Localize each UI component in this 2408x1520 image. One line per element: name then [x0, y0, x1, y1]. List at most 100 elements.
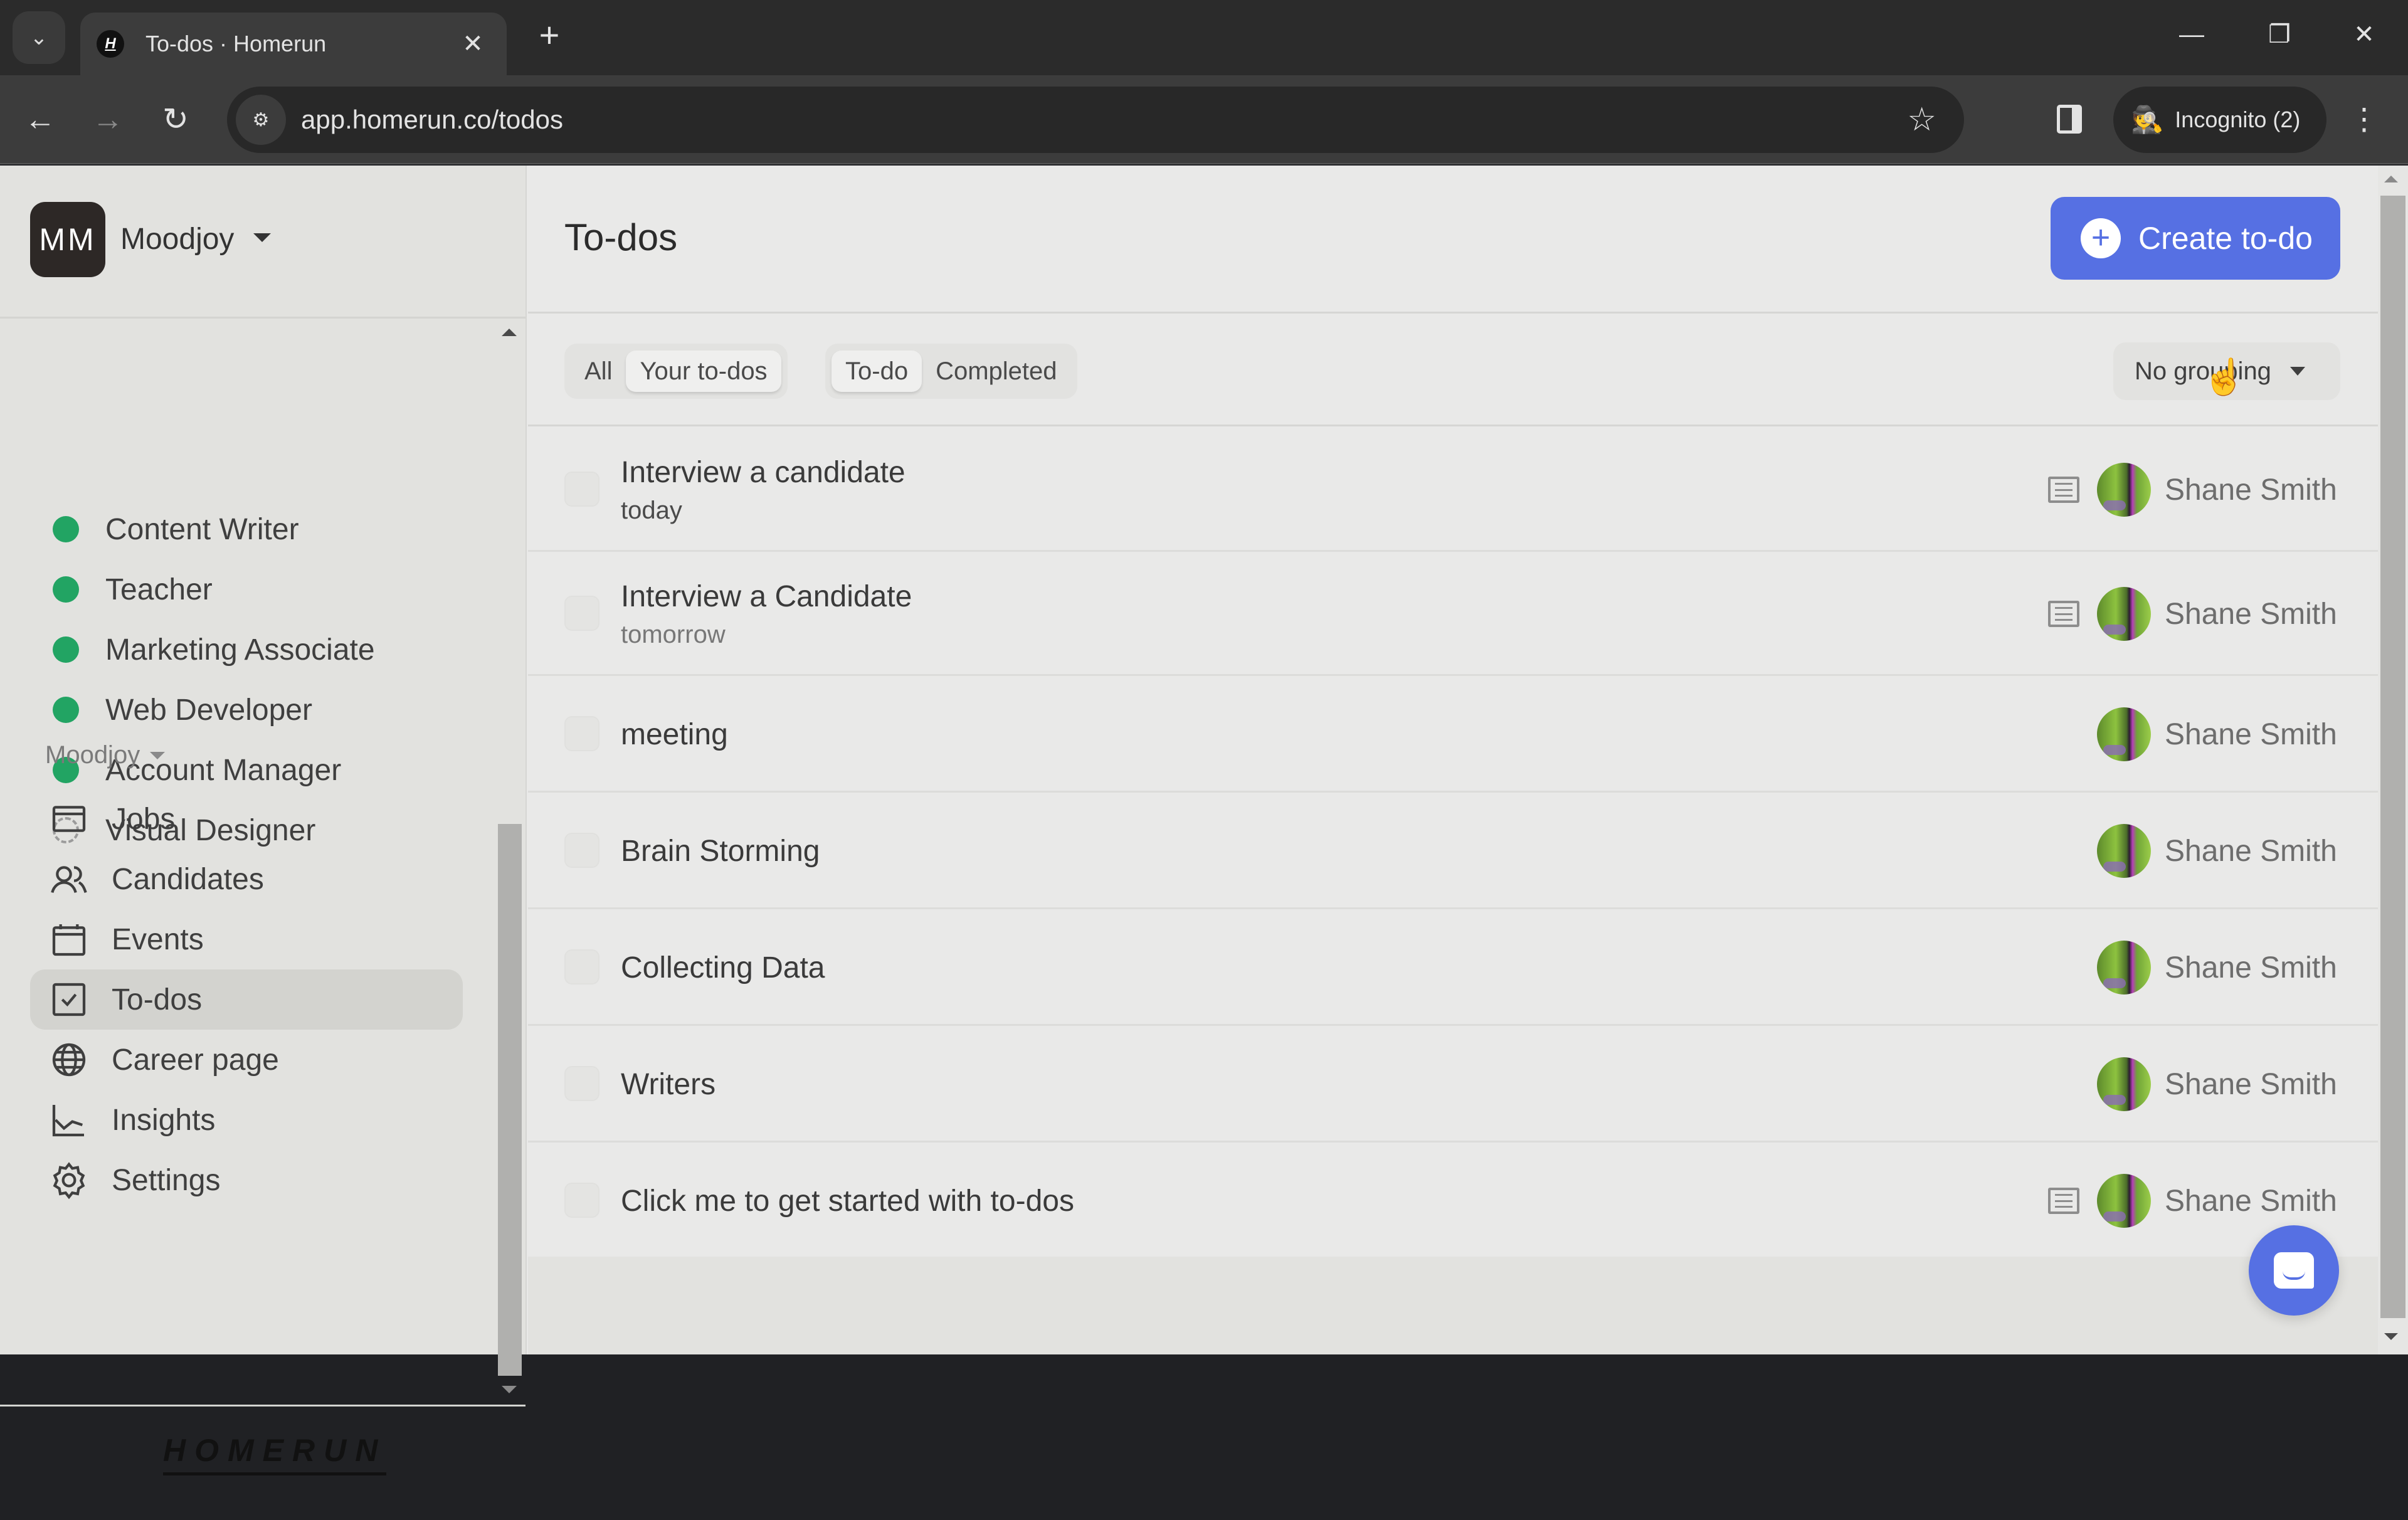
todo-checkbox[interactable] [564, 949, 599, 984]
sidebar-item-career-page[interactable]: Career page [30, 1030, 463, 1090]
todo-checkbox[interactable] [564, 716, 599, 751]
todo-row[interactable]: meeting Shane Smith [528, 676, 2378, 793]
sidebar-job-marketing-associate[interactable]: Marketing Associate [53, 625, 375, 675]
nav-label: Insights [112, 1103, 216, 1137]
main-scrollbar-thumb[interactable] [2380, 196, 2405, 1318]
workspace-section-toggle[interactable]: Moodjoy [45, 741, 166, 769]
browser-menu-button[interactable]: ⋮ [2345, 94, 2383, 144]
filter-todo[interactable]: To-do [832, 351, 922, 392]
sidebar-job-web-developer[interactable]: Web Developer [53, 685, 312, 735]
todo-row[interactable]: Interview a Candidate tomorrow Shane Smi… [528, 552, 2378, 676]
todo-checkbox[interactable] [564, 1066, 599, 1101]
homerun-logo[interactable]: HOMERUN [163, 1432, 387, 1475]
todo-row[interactable]: Interview a candidate today Shane Smith [528, 428, 2378, 552]
todo-checkbox[interactable] [564, 1183, 599, 1218]
sidebar-scroll-down-icon[interactable] [502, 1386, 517, 1393]
sidebar-item-jobs[interactable]: Jobs [30, 789, 463, 849]
todo-title: Brain Storming [621, 835, 820, 868]
bookmark-star-icon[interactable]: ☆ [1907, 101, 1936, 139]
assignee-name: Shane Smith [2165, 835, 2337, 868]
job-label: Web Developer [105, 693, 312, 727]
create-todo-button[interactable]: + Create to-do [2051, 197, 2340, 280]
filter-bar: All Your to-dos To-do Completed No group… [528, 315, 2378, 426]
org-switcher[interactable]: MM Moodjoy [0, 166, 525, 319]
sidebar-job-content-writer[interactable]: Content Writer [53, 504, 299, 554]
new-tab-button[interactable]: + [531, 16, 568, 54]
todo-title: Interview a Candidate [621, 580, 912, 613]
sidebar-item-events[interactable]: Events [30, 909, 463, 969]
todo-title: Interview a candidate [621, 456, 906, 489]
todo-row[interactable]: Writers Shane Smith [528, 1026, 2378, 1143]
sidebar-item-settings[interactable]: Settings [30, 1150, 463, 1210]
note-icon [2048, 601, 2079, 627]
todo-checkbox[interactable] [564, 596, 599, 631]
sidebar-scrollbar-thumb[interactable] [498, 824, 522, 1376]
sidebar-job-teacher[interactable]: Teacher [53, 564, 213, 615]
chat-support-button[interactable] [2249, 1225, 2339, 1316]
close-window-button[interactable]: ✕ [2336, 13, 2392, 56]
todo-row[interactable]: Click me to get started with to-dos Shan… [528, 1143, 2378, 1259]
create-todo-label: Create to-do [2138, 221, 2313, 256]
avatar [2097, 1174, 2151, 1228]
filter-completed[interactable]: Completed [922, 351, 1070, 392]
nav-label: Settings [112, 1163, 221, 1197]
avatar [2097, 824, 2151, 878]
assignee-name: Shane Smith [2165, 1185, 2337, 1218]
tab-search-button[interactable]: ⌄ [13, 11, 65, 64]
status-dot-published-icon [53, 576, 79, 603]
todo-check-icon [48, 978, 90, 1021]
close-tab-icon[interactable]: ✕ [454, 29, 492, 58]
incognito-icon: 🕵 [2131, 104, 2164, 134]
avatar [2097, 941, 2151, 995]
status-dot-published-icon [53, 636, 79, 663]
side-panel-button[interactable] [2044, 94, 2094, 144]
sidebar-item-candidates[interactable]: Candidates [30, 849, 463, 909]
sidebar-item-insights[interactable]: Insights [30, 1090, 463, 1150]
caret-down-icon [2289, 367, 2305, 376]
url-text[interactable]: app.homerun.co/todos [301, 105, 1907, 135]
main-content: To-dos + Create to-do All Your to-dos To… [528, 166, 2408, 1354]
main-scroll-up-icon[interactable] [2384, 176, 2398, 182]
caret-down-icon [150, 751, 166, 759]
todo-due: today [621, 497, 682, 524]
back-button[interactable]: ← [15, 94, 65, 144]
page-header: To-dos + Create to-do [528, 166, 2378, 314]
incognito-indicator[interactable]: 🕵 Incognito (2) [2113, 87, 2326, 153]
assignee-name: Shane Smith [2165, 473, 2337, 507]
caret-down-icon [253, 233, 271, 242]
scope-filter: All Your to-dos [564, 344, 788, 399]
todo-checkbox[interactable] [564, 472, 599, 507]
main-scroll-down-icon[interactable] [2384, 1333, 2398, 1340]
globe-icon [48, 1038, 90, 1081]
todo-title: Click me to get started with to-dos [621, 1185, 1074, 1218]
nav-label: To-dos [112, 983, 203, 1016]
sidebar: MM Moodjoy Content Writer Teacher Market… [0, 166, 527, 1475]
filter-your-todos[interactable]: Your to-dos [626, 351, 781, 392]
todo-checkbox[interactable] [564, 833, 599, 868]
todo-list: Interview a candidate today Shane Smith … [528, 428, 2378, 1259]
site-info-button[interactable]: ⚙ [236, 95, 286, 145]
note-icon [2048, 477, 2079, 503]
sidebar-scroll-up-icon[interactable] [502, 329, 517, 336]
avatar [2097, 587, 2151, 641]
status-filter: To-do Completed [825, 344, 1077, 399]
reload-button[interactable]: ↻ [150, 94, 201, 144]
browser-tab-active[interactable]: H To-dos · Homerun ✕ [80, 13, 507, 75]
todo-row[interactable]: Brain Storming Shane Smith [528, 793, 2378, 909]
address-bar[interactable]: ⚙ app.homerun.co/todos ☆ [227, 87, 1964, 153]
todo-title: Collecting Data [621, 951, 825, 984]
minimize-button[interactable]: — [2163, 13, 2220, 56]
incognito-label: Incognito (2) [2175, 107, 2301, 132]
arrow-right-icon: → [92, 102, 124, 137]
forward-button[interactable]: → [83, 94, 133, 144]
note-icon [2048, 1188, 2079, 1214]
todo-due: tomorrow [621, 621, 726, 648]
candidates-icon [48, 858, 90, 900]
restore-button[interactable]: ❐ [2251, 13, 2308, 56]
filter-all[interactable]: All [571, 351, 626, 392]
nav-label: Career page [112, 1043, 279, 1077]
assignee-name: Shane Smith [2165, 598, 2337, 631]
sidebar-item-todos[interactable]: To-dos [30, 969, 463, 1030]
side-panel-icon [2057, 105, 2082, 134]
todo-row[interactable]: Collecting Data Shane Smith [528, 909, 2378, 1026]
